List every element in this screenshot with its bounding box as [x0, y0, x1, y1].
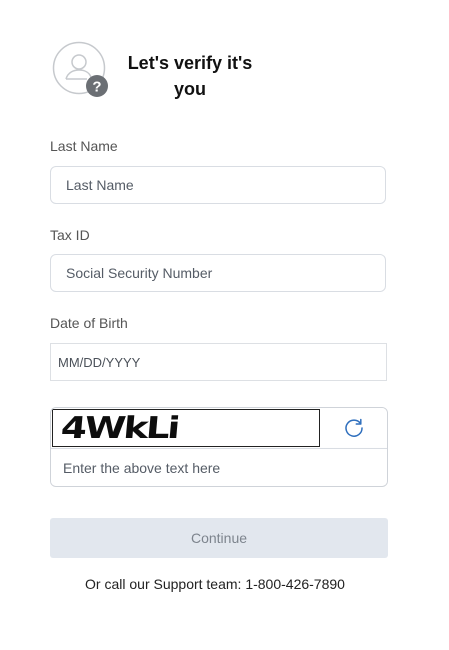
captcha-image: 4WkLi — [52, 409, 320, 447]
tax-id-label: Tax ID — [50, 227, 90, 243]
captcha-image-text: 4WkLi — [59, 411, 180, 446]
captcha-widget: 4WkLi — [50, 407, 388, 487]
user-question-icon: ? — [52, 41, 108, 97]
dob-input[interactable] — [50, 343, 387, 381]
captcha-refresh-button[interactable] — [320, 408, 387, 448]
dob-label: Date of Birth — [50, 315, 128, 331]
last-name-input[interactable] — [50, 166, 386, 204]
refresh-icon — [345, 418, 363, 437]
support-text: Or call our Support team: 1-800-426-7890 — [85, 576, 345, 592]
page-title: Let's verify it's you — [127, 53, 253, 99]
page-header: ? Let's verify it's you — [52, 41, 292, 101]
last-name-label: Last Name — [50, 138, 118, 154]
captcha-input[interactable] — [51, 448, 387, 486]
tax-id-input[interactable] — [50, 254, 386, 292]
svg-text:?: ? — [92, 79, 101, 96]
continue-button[interactable]: Continue — [50, 518, 388, 558]
